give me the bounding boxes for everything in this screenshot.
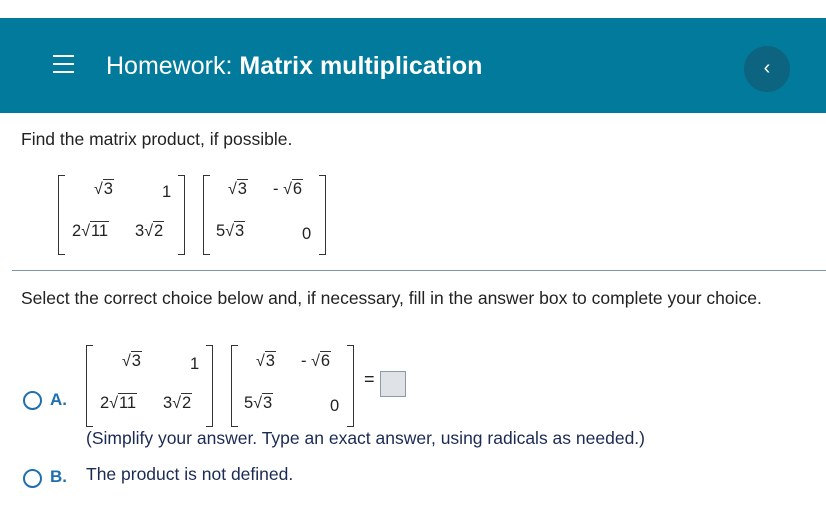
choice-a-matrix-a-cell-11: √3 [122, 351, 142, 370]
choice-a-matrix-b-left-bracket [231, 345, 238, 427]
collapse-button[interactable]: ‹ [744, 46, 790, 92]
choice-a-matrix-b-cell-22: 0 [330, 397, 340, 415]
top-strip [0, 0, 826, 18]
choice-a-matrix-a-left-bracket [86, 345, 93, 427]
choice-a-matrix-a-cell-22: 3√2 [163, 393, 193, 412]
matrix-b-cell-22: 0 [302, 225, 312, 243]
matrix-b-cell-12: - √6 [273, 179, 304, 198]
choice-a-matrix-a-right-bracket [206, 345, 213, 427]
header-bar: Homework: Matrix multiplication ‹ [0, 18, 826, 113]
choice-a-radio[interactable] [23, 391, 42, 410]
matrix-a-right-bracket [178, 175, 185, 255]
instruction-text: Select the correct choice below and, if … [21, 288, 762, 308]
choice-a-label[interactable]: A. [50, 390, 67, 410]
matrix-b-cell-11: √3 [228, 179, 248, 198]
choice-a-matrix-b-right-bracket [347, 345, 354, 427]
matrix-a-cell-11: √3 [94, 179, 114, 198]
matrix-a-cell-22: 3√2 [135, 221, 165, 240]
matrix-b-cell-21: 5√3 [216, 221, 246, 240]
matrix-b-left-bracket [203, 175, 210, 255]
choice-a-matrix-a-cell-12: 1 [190, 355, 200, 373]
matrix-a-cell-12: 1 [162, 183, 172, 201]
title-prefix: Homework: [106, 52, 233, 80]
choice-a-matrix-b-cell-21: 5√3 [244, 393, 274, 412]
matrix-a-left-bracket [58, 175, 65, 255]
page-title: Homework: Matrix multiplication [106, 52, 482, 81]
choice-a-matrix-b-cell-12: - √6 [301, 351, 332, 370]
hamburger-icon[interactable] [53, 55, 74, 73]
equals-sign: = [364, 369, 375, 389]
question-prompt: Find the matrix product, if possible. [21, 129, 293, 149]
matrix-a-cell-21: 2√11 [72, 221, 110, 240]
answer-input-box[interactable] [380, 371, 406, 397]
chevron-left-icon: ‹ [763, 57, 771, 79]
matrix-b-right-bracket [319, 175, 326, 255]
section-divider [12, 270, 826, 271]
choice-a-matrix-a-cell-21: 2√11 [100, 393, 138, 412]
choice-a-instruction-note: (Simplify your answer. Type an exact ans… [86, 428, 645, 448]
title-assignment-name: Matrix multiplication [239, 52, 483, 80]
choice-b-label[interactable]: B. [50, 467, 67, 487]
choice-b-text[interactable]: The product is not defined. [86, 464, 293, 485]
choice-b-radio[interactable] [23, 469, 42, 488]
choice-a-matrix-b-cell-11: √3 [256, 351, 276, 370]
